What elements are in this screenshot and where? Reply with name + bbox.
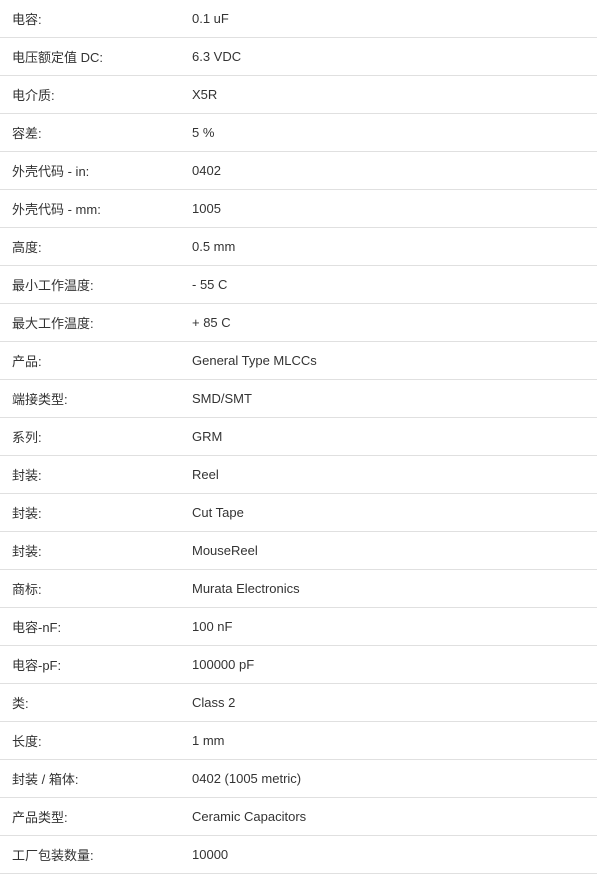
spec-value: 1005 (180, 190, 597, 228)
spec-label[interactable]: 工厂包装数量: (0, 836, 180, 874)
spec-label: 封装: (0, 456, 180, 494)
spec-value: 0402 (180, 152, 597, 190)
spec-value: 5 % (180, 114, 597, 152)
table-row: 封装:Reel (0, 456, 597, 494)
spec-label: 容差: (0, 114, 180, 152)
table-row: 电容:0.1 uF (0, 0, 597, 38)
table-row: 高度:0.5 mm (0, 228, 597, 266)
spec-value: SMD/SMT (180, 380, 597, 418)
spec-label: 外壳代码 - in: (0, 152, 180, 190)
spec-value: 0.5 mm (180, 228, 597, 266)
spec-label: 电容-pF: (0, 646, 180, 684)
table-row: 电容-pF:100000 pF (0, 646, 597, 684)
spec-value: - 55 C (180, 266, 597, 304)
table-row: 最大工作温度:+ 85 C (0, 304, 597, 342)
spec-label: 系列: (0, 418, 180, 456)
spec-value: 0402 (1005 metric) (180, 760, 597, 798)
table-row: 工厂包装数量:10000 (0, 836, 597, 874)
spec-value: X5R (180, 76, 597, 114)
spec-label: 长度: (0, 722, 180, 760)
table-row: 外壳代码 - in:0402 (0, 152, 597, 190)
spec-value: General Type MLCCs (180, 342, 597, 380)
table-row: 系列:GRM (0, 418, 597, 456)
spec-value: Cut Tape (180, 494, 597, 532)
spec-value: 6.3 VDC (180, 38, 597, 76)
spec-label: 高度: (0, 228, 180, 266)
table-row: 电介质:X5R (0, 76, 597, 114)
spec-label: 电介质: (0, 76, 180, 114)
spec-value: 10000 (180, 836, 597, 874)
table-row: 商标:Murata Electronics (0, 570, 597, 608)
table-row: 封装 / 箱体:0402 (1005 metric) (0, 760, 597, 798)
table-row: 产品:General Type MLCCs (0, 342, 597, 380)
spec-value: 100000 pF (180, 646, 597, 684)
spec-value: Class 2 (180, 684, 597, 722)
spec-label: 产品: (0, 342, 180, 380)
spec-label: 封装: (0, 532, 180, 570)
table-row: 外壳代码 - mm:1005 (0, 190, 597, 228)
spec-label: 类: (0, 684, 180, 722)
spec-value: Ceramic Capacitors (180, 798, 597, 836)
spec-value: 100 nF (180, 608, 597, 646)
specs-table: 电容:0.1 uF电压额定值 DC:6.3 VDC电介质:X5R容差:5 %外壳… (0, 0, 597, 874)
table-row: 最小工作温度:- 55 C (0, 266, 597, 304)
spec-label: 电压额定值 DC: (0, 38, 180, 76)
table-row: 封装:Cut Tape (0, 494, 597, 532)
spec-value: 1 mm (180, 722, 597, 760)
table-row: 电压额定值 DC:6.3 VDC (0, 38, 597, 76)
spec-value: Reel (180, 456, 597, 494)
spec-label: 端接类型: (0, 380, 180, 418)
spec-value: MouseReel (180, 532, 597, 570)
spec-value: + 85 C (180, 304, 597, 342)
spec-value[interactable]: GRM (180, 418, 597, 456)
table-row: 端接类型:SMD/SMT (0, 380, 597, 418)
table-row: 电容-nF:100 nF (0, 608, 597, 646)
spec-label: 电容: (0, 0, 180, 38)
spec-label: 最小工作温度: (0, 266, 180, 304)
spec-label: 外壳代码 - mm: (0, 190, 180, 228)
spec-value: Murata Electronics (180, 570, 597, 608)
table-row: 长度:1 mm (0, 722, 597, 760)
table-row: 封装:MouseReel (0, 532, 597, 570)
spec-value: 0.1 uF (180, 0, 597, 38)
table-row: 类:Class 2 (0, 684, 597, 722)
spec-label: 电容-nF: (0, 608, 180, 646)
spec-label: 封装 / 箱体: (0, 760, 180, 798)
spec-label: 封装: (0, 494, 180, 532)
spec-label: 最大工作温度: (0, 304, 180, 342)
table-row: 容差:5 % (0, 114, 597, 152)
spec-label: 商标: (0, 570, 180, 608)
table-row: 产品类型:Ceramic Capacitors (0, 798, 597, 836)
spec-label: 产品类型: (0, 798, 180, 836)
